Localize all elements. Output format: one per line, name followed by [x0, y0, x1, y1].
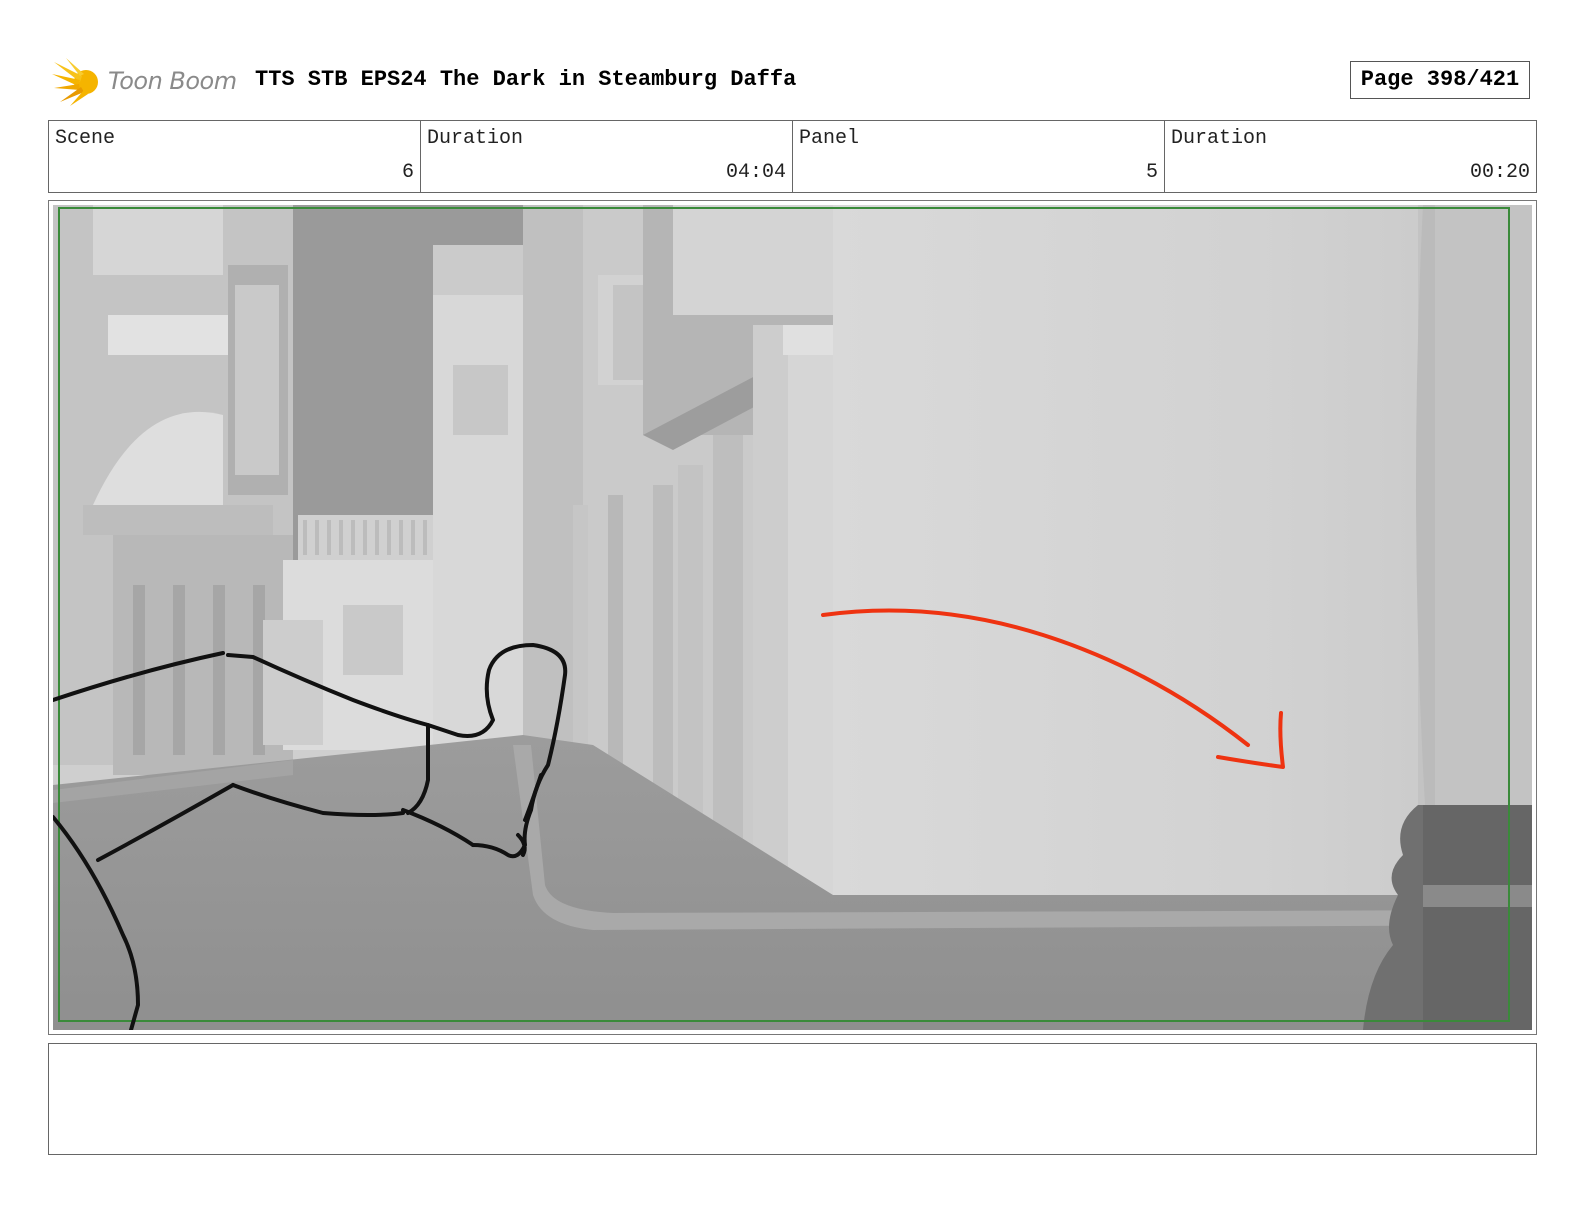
logo-text: Toon Boom	[108, 67, 237, 95]
panel-notes	[48, 1043, 1537, 1155]
scene-duration-value: 04:04	[725, 161, 786, 184]
panel-info-table: Scene 6 Duration 04:04 Panel 5 Duration …	[48, 120, 1537, 193]
scene-label: Scene	[55, 127, 116, 150]
panel-value: 5	[1145, 161, 1158, 184]
panel-cell: Panel 5	[793, 121, 1165, 192]
page-header: Toon Boom TTS STB EPS24 The Dark in Stea…	[48, 52, 1538, 108]
scene-cell: Scene 6	[49, 121, 421, 192]
toon-boom-sunburst-icon	[52, 58, 98, 106]
scene-duration-cell: Duration 04:04	[421, 121, 793, 192]
panel-duration-label: Duration	[1171, 127, 1268, 150]
page-number: Page 398/421	[1350, 61, 1530, 99]
panel-duration-value: 00:20	[1469, 161, 1530, 184]
scene-value: 6	[401, 161, 414, 184]
tower	[433, 245, 533, 745]
panel-duration-cell: Duration 00:20	[1165, 121, 1536, 192]
scene-duration-label: Duration	[427, 127, 524, 150]
toon-boom-logo: Toon Boom	[52, 56, 242, 108]
document-title: TTS STB EPS24 The Dark in Steamburg Daff…	[255, 67, 797, 92]
panel-label: Panel	[799, 127, 860, 150]
panel-artwork	[53, 205, 1532, 1030]
storyboard-panel	[48, 200, 1537, 1035]
